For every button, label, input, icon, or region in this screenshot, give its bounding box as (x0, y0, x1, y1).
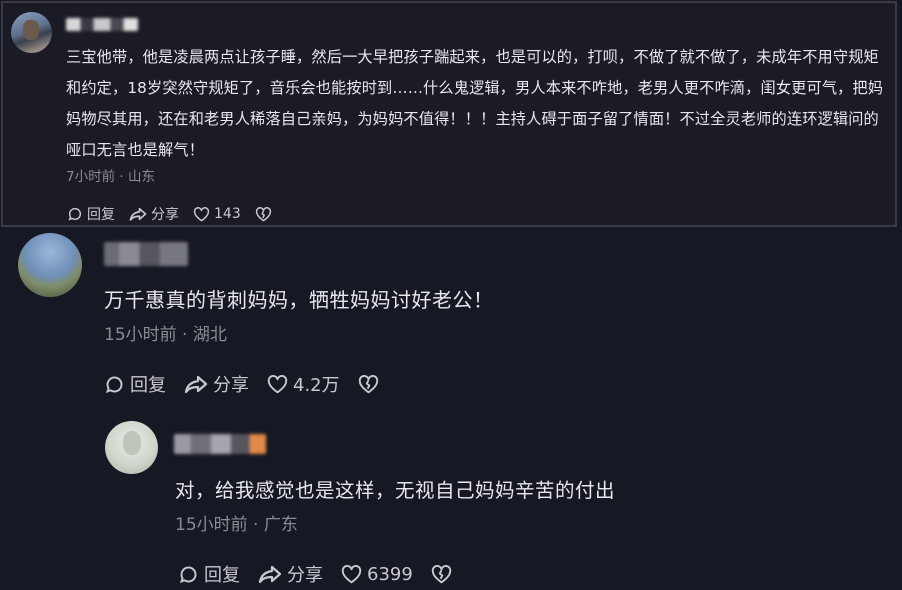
reply-label: 回复 (204, 565, 240, 586)
avatar[interactable] (11, 12, 52, 53)
username-blurred[interactable] (174, 434, 266, 454)
reply-icon (105, 376, 123, 393)
share-icon (258, 565, 282, 584)
comment-actions: 回复 分享 143 (67, 204, 286, 224)
like-button[interactable]: 6399 (341, 564, 413, 585)
reply-label: 回复 (130, 375, 166, 396)
heart-icon (267, 374, 288, 393)
heart-icon (341, 564, 362, 583)
dislike-button[interactable] (255, 206, 272, 222)
like-count: 143 (214, 206, 241, 222)
share-button[interactable]: 分享 (184, 371, 249, 397)
comment-meta: 15小时前 · 湖北 (104, 325, 227, 345)
share-button[interactable]: 分享 (258, 561, 323, 587)
like-button[interactable]: 4.2万 (267, 371, 340, 397)
comment-actions: 回复 分享 4.2万 (104, 371, 397, 397)
heart-icon (193, 206, 210, 221)
avatar[interactable] (105, 421, 158, 474)
comment-text: 对，给我感觉也是这样，无视自己妈妈辛苦的付出 (175, 479, 616, 502)
reply-icon (179, 566, 197, 583)
reply-button[interactable]: 回复 (178, 561, 240, 587)
broken-heart-icon (358, 374, 378, 393)
share-label: 分享 (287, 565, 323, 586)
comment-meta: 15小时前 · 广东 (175, 515, 298, 535)
reply-label: 回复 (87, 207, 115, 223)
comment-meta: 7小时前 · 山东 (66, 169, 155, 185)
like-button[interactable]: 143 (193, 206, 241, 222)
reply-icon (68, 207, 82, 221)
comment-text: 万千惠真的背刺妈妈，牺牲妈妈讨好老公！ (104, 288, 494, 312)
avatar[interactable] (18, 233, 82, 297)
username-blurred[interactable] (66, 18, 138, 31)
share-label: 分享 (151, 207, 179, 223)
reply-button[interactable]: 回复 (104, 371, 166, 397)
dislike-button[interactable] (358, 374, 379, 394)
dislike-button[interactable] (431, 564, 452, 584)
reply-button[interactable]: 回复 (67, 204, 115, 224)
share-icon (129, 207, 147, 221)
like-count: 6399 (367, 563, 413, 585)
comment-text: 三宝他带，他是凌晨两点让孩子睡，然后一大早把孩子踹起来，也是可以的，打呗，不做了… (66, 48, 884, 159)
broken-heart-icon (431, 564, 451, 583)
share-icon (184, 375, 208, 394)
share-label: 分享 (213, 375, 249, 396)
like-count: 4.2万 (293, 375, 340, 396)
username-blurred[interactable] (104, 242, 188, 266)
share-button[interactable]: 分享 (129, 204, 179, 224)
comment-actions: 回复 分享 6399 (178, 561, 470, 587)
broken-heart-icon (255, 206, 271, 221)
